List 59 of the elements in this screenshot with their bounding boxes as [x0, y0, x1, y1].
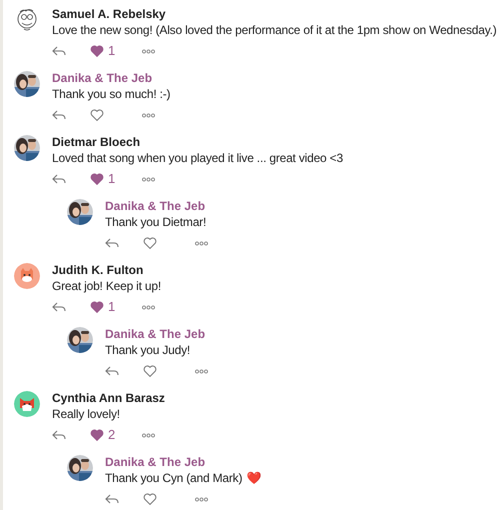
like-button[interactable]: 2 — [90, 425, 142, 445]
comment-text: Really lovely! — [52, 406, 120, 422]
comment-text: Thank you Dietmar! — [105, 214, 206, 230]
more-button[interactable] — [142, 304, 155, 310]
reply-icon — [52, 174, 66, 184]
author-name[interactable]: Danika & The Jeb — [105, 454, 262, 470]
like-count: 2 — [108, 426, 116, 444]
more-icon — [142, 176, 155, 182]
author-name[interactable]: Cynthia Ann Barasz — [52, 390, 165, 406]
more-button[interactable] — [142, 432, 155, 438]
more-button[interactable] — [142, 112, 155, 118]
heart-icon — [90, 429, 104, 441]
fox-avatar-icon — [14, 391, 40, 417]
comment-text: Great job! Keep it up! — [52, 278, 162, 294]
reply-icon — [52, 302, 66, 312]
author-name[interactable]: Danika & The Jeb — [52, 70, 170, 86]
heart-icon — [143, 365, 157, 377]
comment-text: Love the new song! (Also loved the performance of it at the 1pm show on Wednesday.) — [52, 22, 497, 38]
more-icon — [142, 112, 155, 118]
author-name[interactable]: Judith K. Fulton — [52, 262, 162, 278]
more-icon — [195, 496, 208, 502]
author-name[interactable]: Danika & The Jeb — [105, 326, 208, 342]
like-count: 1 — [108, 42, 116, 60]
like-count: 1 — [108, 298, 116, 316]
heart-icon — [90, 45, 104, 57]
more-button[interactable] — [142, 176, 155, 182]
more-icon — [142, 48, 155, 54]
more-icon — [195, 368, 208, 374]
reply-icon — [105, 366, 119, 376]
more-icon — [142, 304, 155, 310]
like-button[interactable]: 1 — [90, 41, 142, 61]
more-icon — [195, 240, 208, 246]
like-count: 1 — [108, 170, 116, 188]
reply-icon — [105, 238, 119, 248]
author-name[interactable]: Samuel A. Rebelsky — [52, 6, 497, 22]
author-name[interactable]: Danika & The Jeb — [105, 198, 208, 214]
more-icon — [142, 432, 155, 438]
like-button[interactable]: 1 — [90, 297, 142, 317]
comment-text: Loved that song when you played it live ... great video <3 — [52, 150, 343, 166]
heart-icon — [90, 301, 104, 313]
heart-icon — [90, 109, 104, 121]
comment-text: Thank you Cyn (and Mark) — [105, 470, 242, 486]
more-button[interactable] — [195, 496, 208, 502]
heart-emoji: ❤ — [246, 470, 262, 486]
reply-icon — [52, 430, 66, 440]
heart-icon — [143, 493, 157, 505]
comment-text: Thank you so much! :-) — [52, 86, 170, 102]
reply-icon — [105, 494, 119, 504]
heart-icon — [90, 173, 104, 185]
reply-icon — [52, 46, 66, 56]
author-name[interactable]: Dietmar Bloech — [52, 134, 343, 150]
like-button[interactable]: 1 — [90, 169, 142, 189]
more-button[interactable] — [142, 48, 155, 54]
reply-icon — [52, 110, 66, 120]
heart-icon — [143, 237, 157, 249]
more-button[interactable] — [195, 368, 208, 374]
cat-avatar-icon — [14, 263, 40, 289]
more-button[interactable] — [195, 240, 208, 246]
comment-text: Thank you Judy! — [105, 342, 190, 358]
